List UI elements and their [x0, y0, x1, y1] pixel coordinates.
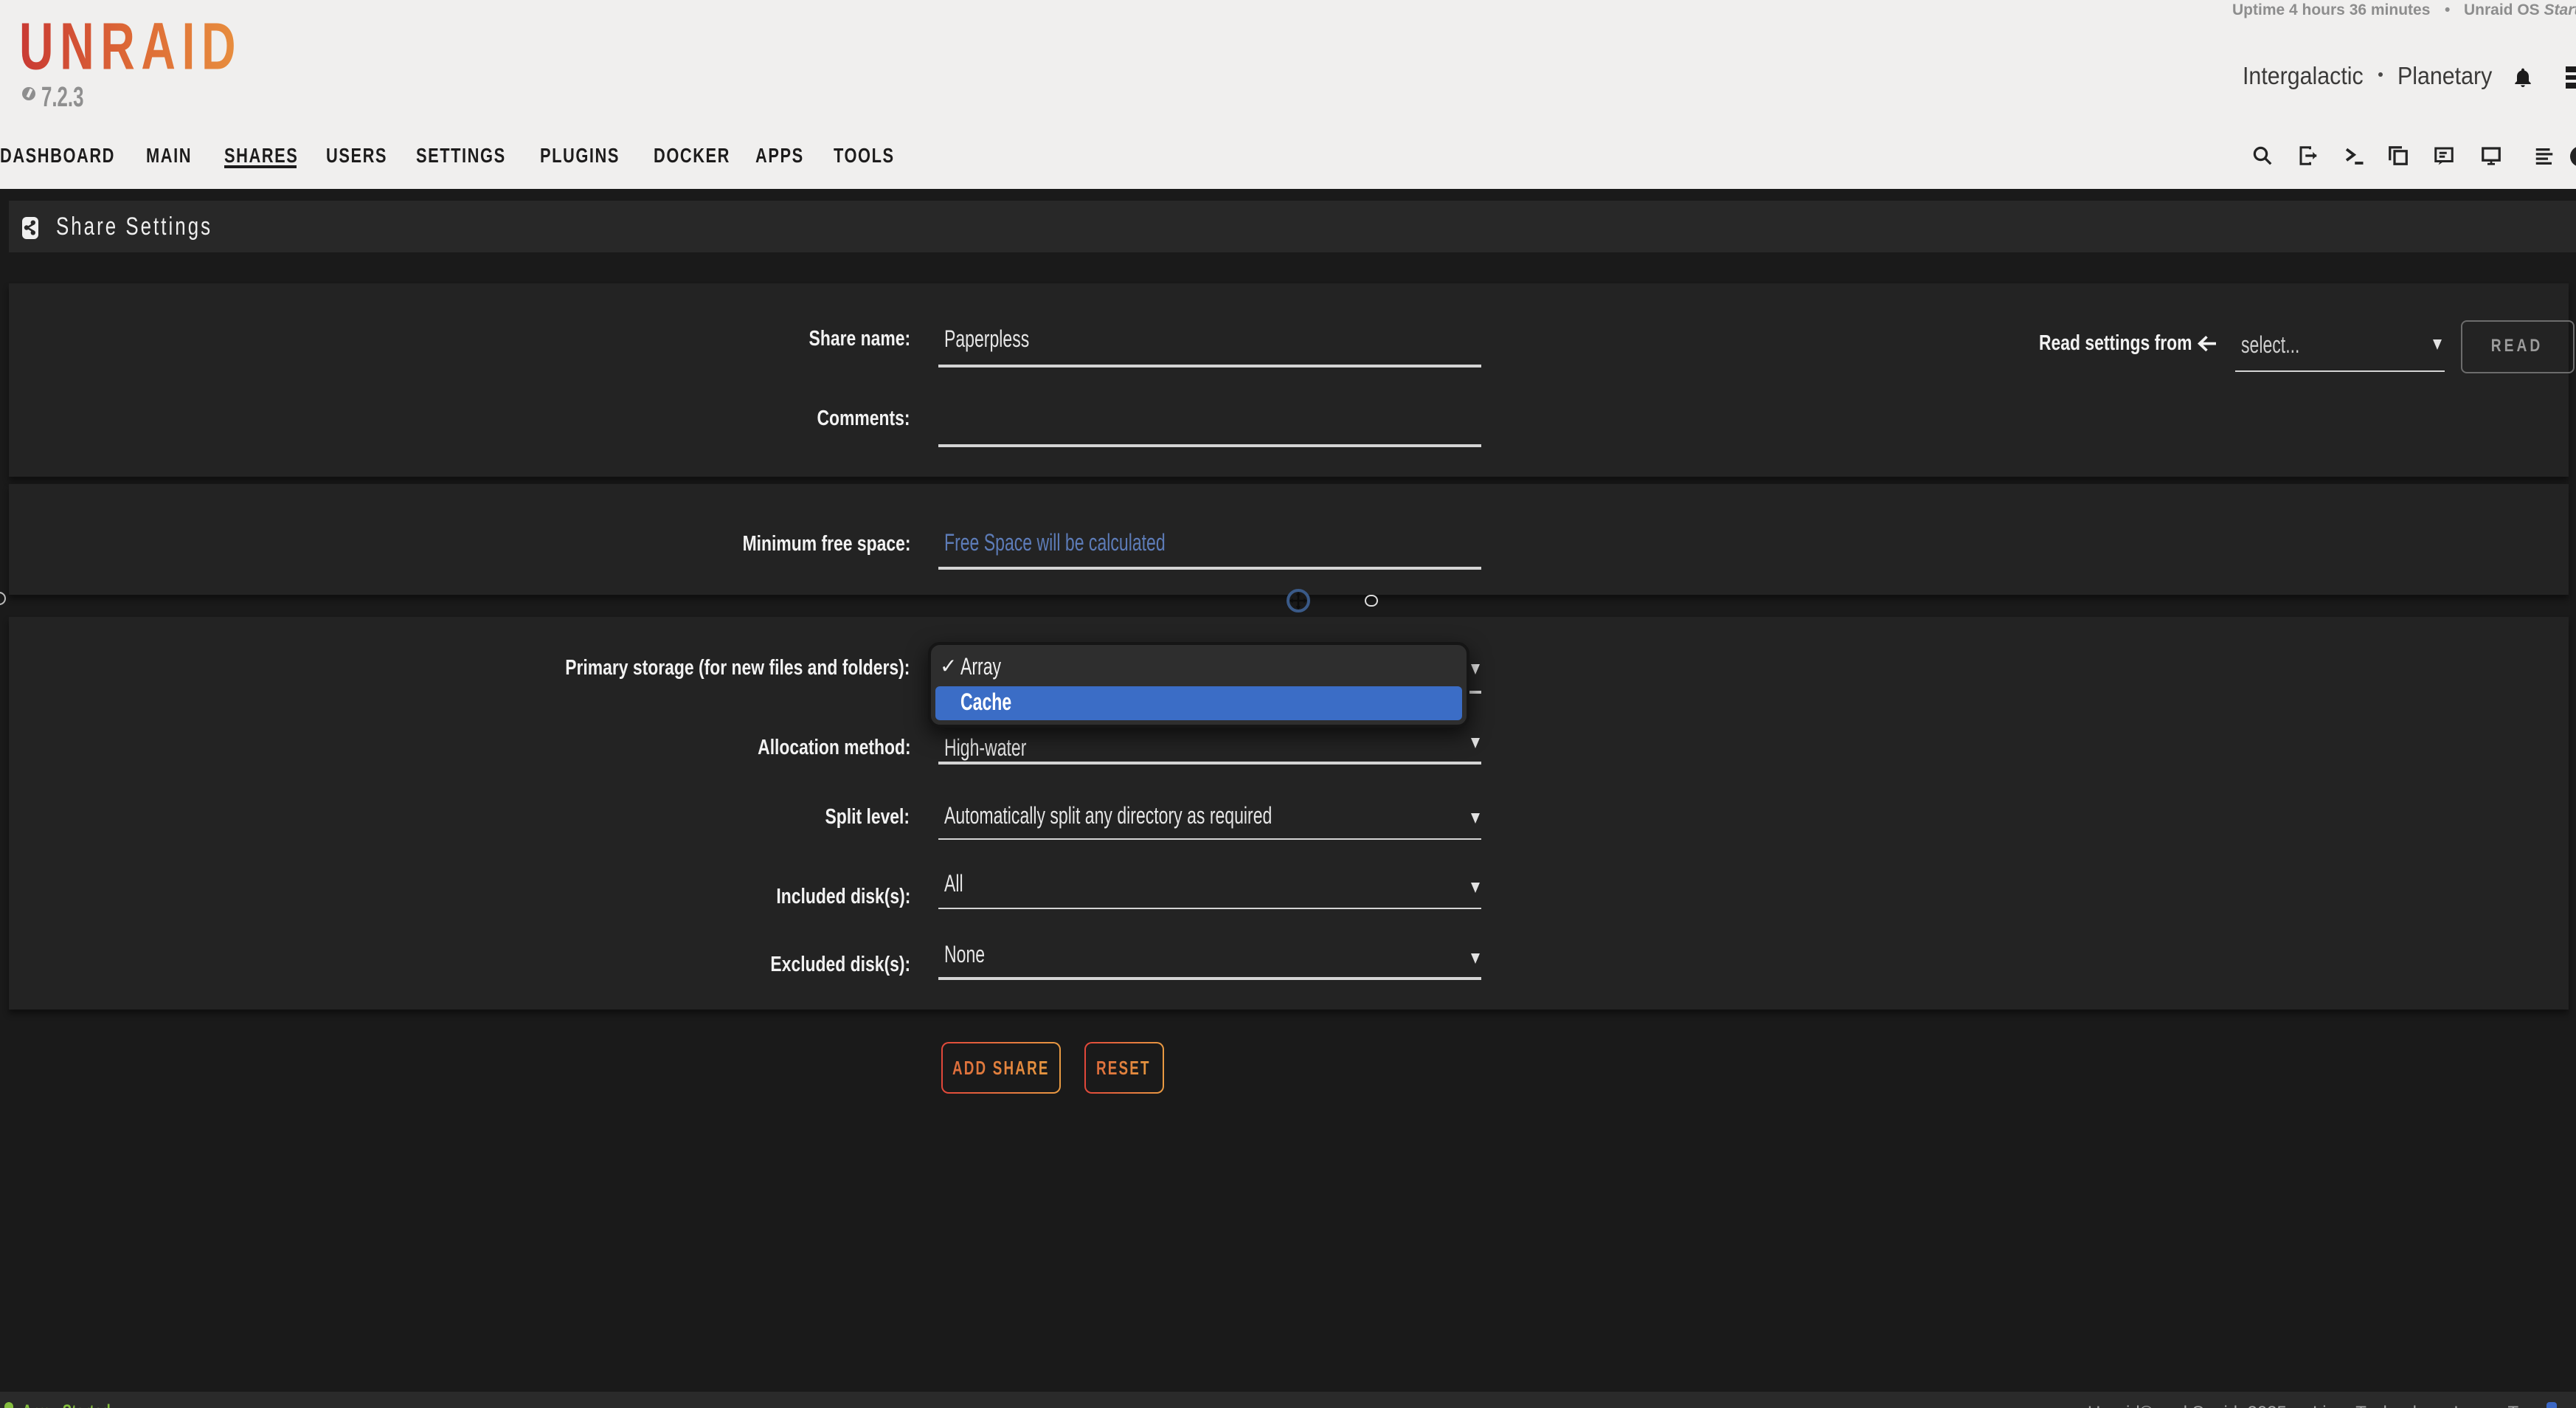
- svg-text:UNRAID: UNRAID: [19, 18, 240, 77]
